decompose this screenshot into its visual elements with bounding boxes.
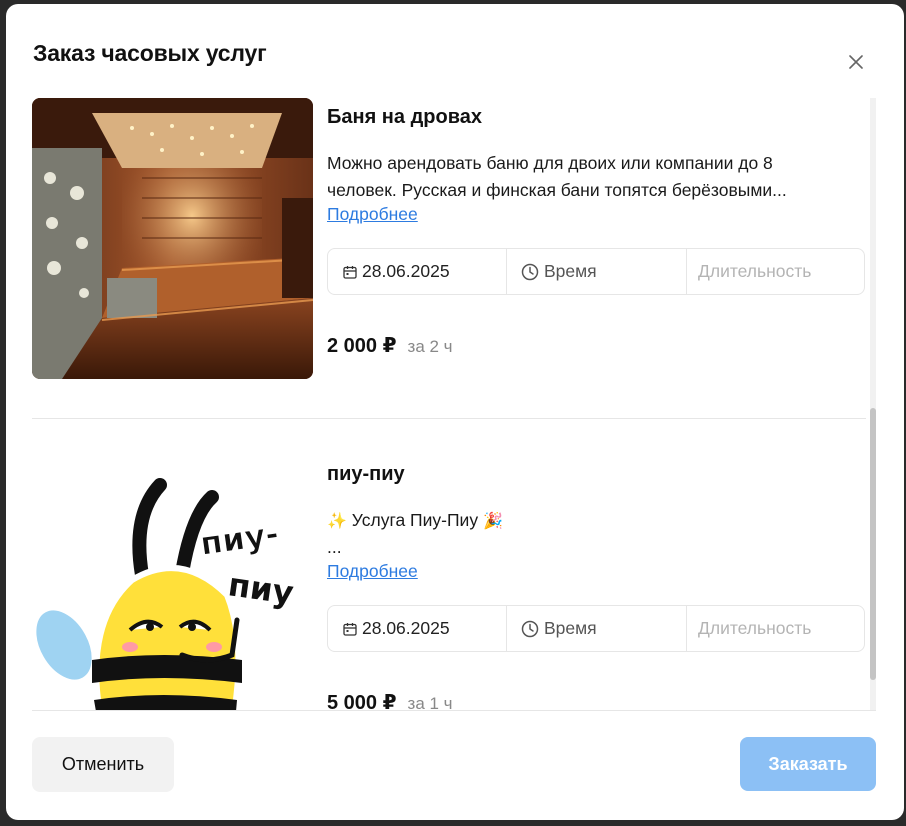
service-price: 5 000 ₽ bbox=[327, 692, 397, 710]
footer-divider bbox=[32, 710, 876, 711]
service-card: Баня на дровах Можно арендовать баню для… bbox=[32, 98, 866, 418]
clock-icon bbox=[521, 620, 539, 637]
price-unit: за 2 ч bbox=[407, 337, 453, 356]
more-link[interactable]: Подробнее bbox=[327, 561, 418, 582]
scrollbar-thumb[interactable] bbox=[870, 408, 876, 680]
sticker-text-line2: пиу bbox=[226, 565, 296, 612]
service-title: Баня на дровах bbox=[327, 106, 482, 128]
calendar-icon bbox=[343, 622, 357, 636]
description-text: Услуга Пиу-Пиу bbox=[351, 510, 479, 530]
sparkles-icon: ✨ bbox=[327, 511, 347, 530]
service-description: ✨ Услуга Пиу-Пиу 🎉 ... bbox=[327, 507, 847, 561]
close-icon bbox=[849, 55, 863, 69]
duration-field[interactable]: Длительность bbox=[687, 606, 864, 651]
service-title: пиу-пиу bbox=[327, 463, 405, 485]
sticker-text-line1: пиу- bbox=[198, 514, 281, 563]
price-row: 2 000 ₽ за 2 ч bbox=[327, 333, 453, 358]
date-value: 28.06.2025 bbox=[362, 261, 450, 281]
order-button[interactable]: Заказать bbox=[740, 737, 876, 791]
close-button[interactable] bbox=[844, 50, 868, 74]
price-row: 5 000 ₽ за 1 ч bbox=[327, 690, 453, 710]
service-image bbox=[32, 98, 313, 379]
cancel-button[interactable]: Отменить bbox=[32, 737, 174, 792]
time-field[interactable]: Время bbox=[507, 249, 687, 294]
price-unit: за 1 ч bbox=[407, 694, 453, 710]
sauna-photo-icon bbox=[32, 98, 313, 379]
calendar-icon bbox=[343, 265, 357, 279]
card-divider bbox=[32, 418, 866, 419]
time-placeholder: Время bbox=[544, 261, 597, 281]
party-popper-icon: 🎉 bbox=[482, 511, 503, 530]
more-link[interactable]: Подробнее bbox=[327, 204, 418, 225]
date-field[interactable]: 28.06.2025 bbox=[328, 249, 507, 294]
duration-placeholder: Длительность bbox=[698, 618, 812, 638]
service-description: Можно арендовать баню для двоих или комп… bbox=[327, 153, 787, 200]
date-field[interactable]: 28.06.2025 bbox=[328, 606, 507, 651]
booking-inputs: 28.06.2025 Время Длительность bbox=[327, 605, 865, 652]
booking-inputs: 28.06.2025 Время Длительность bbox=[327, 248, 865, 295]
bee-sticker-icon: пиу- пиу bbox=[32, 478, 296, 710]
service-price: 2 000 ₽ bbox=[327, 335, 397, 357]
clock-icon bbox=[521, 263, 539, 280]
order-modal: Заказ часовых услуг Баня на дровах Можно… bbox=[6, 4, 904, 820]
duration-field[interactable]: Длительность bbox=[687, 249, 864, 294]
services-list[interactable]: Баня на дровах Можно арендовать баню для… bbox=[6, 98, 904, 710]
description-ellipsis: ... bbox=[327, 537, 342, 557]
duration-placeholder: Длительность bbox=[698, 261, 812, 281]
service-card: пиу- пиу пиу-пиу ✨ Услуга Пиу-Пиу 🎉 ... … bbox=[32, 455, 866, 710]
time-field[interactable]: Время bbox=[507, 606, 687, 651]
time-placeholder: Время bbox=[544, 618, 597, 638]
date-value: 28.06.2025 bbox=[362, 618, 450, 638]
modal-title: Заказ часовых услуг bbox=[33, 40, 267, 66]
service-image: пиу- пиу bbox=[32, 455, 313, 710]
